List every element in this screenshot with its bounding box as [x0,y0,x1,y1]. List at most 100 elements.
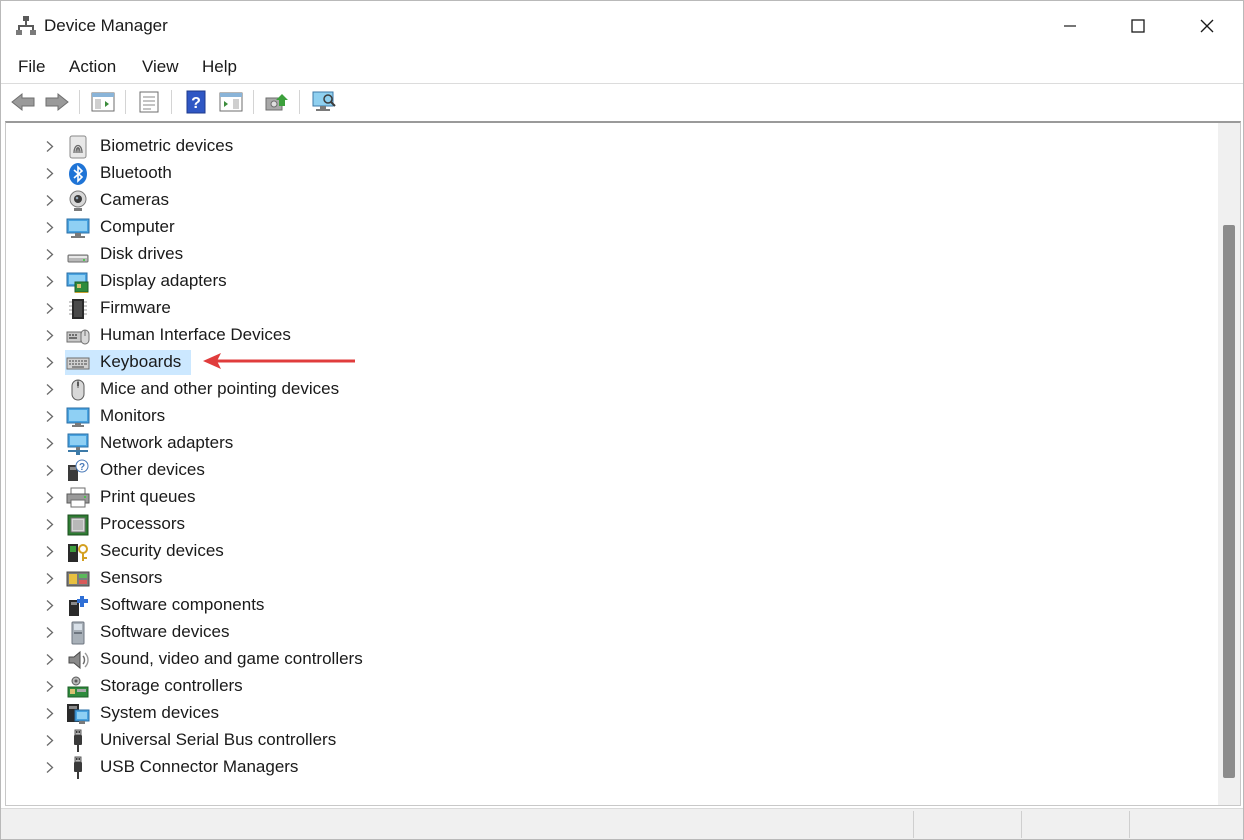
tree-node-network-adapters[interactable]: Network adapters [6,430,1216,457]
firmware-chip-icon [69,299,87,319]
tree-node-other-devices[interactable]: ? Other devices [6,457,1216,484]
tree-node-bluetooth[interactable]: Bluetooth [6,160,1216,187]
tree-node-keyboards[interactable]: Keyboards [6,349,1216,376]
tree-node-usb-connector-managers[interactable]: USB Connector Managers [6,754,1216,781]
tree-node-label: Biometric devices [100,136,234,155]
expand-chevron-icon[interactable] [44,248,56,261]
expand-chevron-icon[interactable] [44,329,56,342]
help-icon: ? [186,90,206,114]
properties-button[interactable] [135,88,163,116]
expand-chevron-icon[interactable] [44,761,56,774]
action-pane-button[interactable] [217,88,245,116]
status-cell [1129,811,1241,838]
tree-node-label: Human Interface Devices [100,325,291,344]
expand-chevron-icon[interactable] [44,464,56,477]
tree-node-label: Firmware [100,298,171,317]
tree-node-label: Mice and other pointing devices [100,379,340,398]
expand-chevron-icon[interactable] [44,410,56,423]
speaker-icon [68,650,89,670]
action-pane-icon [219,92,243,112]
close-button[interactable] [1173,1,1241,51]
toolbar-separator [253,90,254,114]
tree-node-print-queues[interactable]: Print queues [6,484,1216,511]
back-button[interactable] [9,88,37,116]
update-driver-button[interactable] [263,88,291,116]
expand-chevron-icon[interactable] [44,518,56,531]
scan-hardware-button[interactable] [310,88,338,116]
expand-chevron-icon[interactable] [44,545,56,558]
expand-chevron-icon[interactable] [44,734,56,747]
tree-node-sound-video-and-game-controllers[interactable]: Sound, video and game controllers [6,646,1216,673]
usb-icon [74,729,82,752]
minimize-icon [1064,25,1076,27]
expand-chevron-icon[interactable] [44,221,56,234]
tree-node-label: Cameras [100,190,169,209]
tree-node-software-components[interactable]: Software components [6,592,1216,619]
expand-chevron-icon[interactable] [44,626,56,639]
tree-node-storage-controllers[interactable]: Storage controllers [6,673,1216,700]
expand-chevron-icon[interactable] [44,653,56,666]
mouse-icon [71,379,85,401]
tree-node-system-devices[interactable]: System devices [6,700,1216,727]
hid-icon [66,329,90,345]
tree-node-label: Security devices [100,541,224,560]
tree-node-computer[interactable]: Computer [6,214,1216,241]
tree-node-sensors[interactable]: Sensors [6,565,1216,592]
expand-chevron-icon[interactable] [44,167,56,180]
menu-bar: File Action View Help [1,53,1243,81]
forward-button[interactable] [43,88,71,116]
tree-node-label: Disk drives [100,244,184,263]
menu-action[interactable]: Action [69,57,116,77]
expand-chevron-icon[interactable] [44,680,56,693]
expand-chevron-icon[interactable] [44,491,56,504]
camera-icon [69,190,87,211]
properties-icon [139,91,159,113]
tree-node-label: Software devices [100,622,230,641]
tree-node-mice-and-other-pointing-devices[interactable]: Mice and other pointing devices [6,376,1216,403]
help-button[interactable]: ? [182,88,210,116]
display-adapter-icon [66,272,89,293]
scrollbar-thumb[interactable] [1223,225,1235,778]
expand-chevron-icon[interactable] [44,194,56,207]
tree-node-monitors[interactable]: Monitors [6,403,1216,430]
expand-chevron-icon[interactable] [44,275,56,288]
title-bar[interactable]: Device Manager [1,1,1243,51]
expand-chevron-icon[interactable] [44,599,56,612]
tree-node-label: Monitors [100,406,166,425]
menu-help[interactable]: Help [202,57,237,77]
expand-chevron-icon[interactable] [44,707,56,720]
close-icon [1200,19,1214,33]
expand-chevron-icon[interactable] [44,356,56,369]
tree-node-biometric-devices[interactable]: Biometric devices [6,133,1216,160]
tree-node-universal-serial-bus-controllers[interactable]: Universal Serial Bus controllers [6,727,1216,754]
status-bar [1,808,1243,839]
processor-icon [67,514,89,536]
tree-node-disk-drives[interactable]: Disk drives [6,241,1216,268]
maximize-button[interactable] [1104,1,1172,51]
expand-chevron-icon[interactable] [44,302,56,315]
expand-chevron-icon[interactable] [44,383,56,396]
tree-node-security-devices[interactable]: Security devices [6,538,1216,565]
expand-chevron-icon[interactable] [44,572,56,585]
minimize-button[interactable] [1036,1,1104,51]
tree-node-label: Storage controllers [100,676,243,695]
tree-node-label: Computer [100,217,175,236]
vertical-scrollbar[interactable] [1218,123,1240,805]
tree-node-label: Display adapters [100,271,227,290]
svg-text:?: ? [79,462,85,473]
menu-view[interactable]: View [142,57,179,77]
back-icon [11,92,35,112]
tree-node-cameras[interactable]: Cameras [6,187,1216,214]
unknown-device-icon: ? [68,459,89,481]
show-hide-console-tree-button[interactable] [89,88,117,116]
expand-chevron-icon[interactable] [44,437,56,450]
expand-chevron-icon[interactable] [44,140,56,153]
tree-node-processors[interactable]: Processors [6,511,1216,538]
tree-node-firmware[interactable]: Firmware [6,295,1216,322]
monitor-icon [66,407,90,427]
tree-node-display-adapters[interactable]: Display adapters [6,268,1216,295]
forward-icon [45,92,69,112]
menu-file[interactable]: File [18,57,45,77]
tree-node-software-devices[interactable]: Software devices [6,619,1216,646]
tree-node-human-interface-devices[interactable]: Human Interface Devices [6,322,1216,349]
